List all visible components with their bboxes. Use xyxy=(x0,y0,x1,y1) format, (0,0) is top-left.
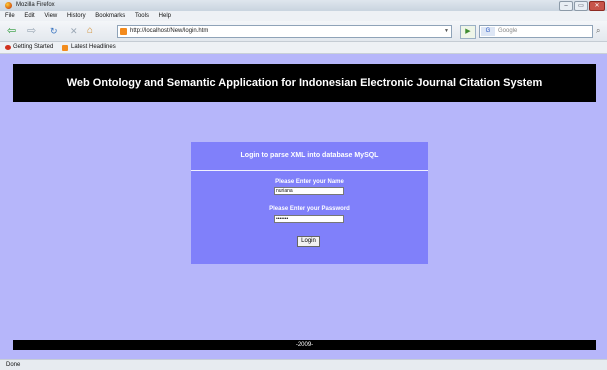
menu-bookmarks[interactable]: Bookmarks xyxy=(95,13,125,19)
password-field[interactable] xyxy=(274,215,344,223)
go-button[interactable]: ▶ xyxy=(460,25,476,39)
menu-view[interactable]: View xyxy=(44,13,57,19)
menu-file[interactable]: File xyxy=(5,13,15,19)
rss-icon xyxy=(62,45,68,51)
bookmark-latest-headlines[interactable]: Latest Headlines xyxy=(71,42,116,53)
maximize-button[interactable]: ▭ xyxy=(574,1,588,11)
menu-tools[interactable]: Tools xyxy=(135,13,149,19)
url-input[interactable]: http://localhost/New/login.htm ▼ xyxy=(117,25,452,38)
home-button[interactable]: ⌂ xyxy=(87,26,93,36)
status-bar: Done xyxy=(0,359,607,370)
page-banner: Web Ontology and Semantic Application fo… xyxy=(13,64,596,102)
menu-history[interactable]: History xyxy=(67,13,86,19)
login-panel: Login to parse XML into database MySQL P… xyxy=(191,142,428,264)
title-bar: Mozilla Firefox – ▭ ✕ xyxy=(0,0,607,11)
menu-help[interactable]: Help xyxy=(159,13,171,19)
page-content: Web Ontology and Semantic Application fo… xyxy=(0,54,607,359)
password-label: Please Enter your Password xyxy=(269,206,350,212)
minimize-button[interactable]: – xyxy=(559,1,573,11)
window-title: Mozilla Firefox xyxy=(16,2,55,8)
close-button[interactable]: ✕ xyxy=(589,1,605,11)
site-icon xyxy=(120,28,127,35)
back-button[interactable]: ⇦ xyxy=(7,26,16,37)
search-icon[interactable]: ⌕ xyxy=(596,26,600,36)
login-header: Login to parse XML into database MySQL xyxy=(191,142,428,171)
stop-button[interactable]: ✕ xyxy=(70,26,78,36)
bookmarks-toolbar: Getting Started Latest Headlines xyxy=(0,42,607,54)
url-text: http://localhost/New/login.htm xyxy=(130,28,209,34)
search-engine-icon[interactable]: G xyxy=(481,27,495,36)
name-field[interactable] xyxy=(274,187,344,195)
reload-button[interactable]: ↻ xyxy=(50,26,58,36)
menu-edit[interactable]: Edit xyxy=(24,13,34,19)
status-text: Done xyxy=(6,362,21,368)
search-placeholder: Google xyxy=(498,28,518,34)
getting-started-icon xyxy=(5,45,11,50)
name-label: Please Enter your Name xyxy=(275,179,344,185)
search-input[interactable]: G Google xyxy=(479,25,593,38)
login-button[interactable]: Login xyxy=(297,236,320,247)
navigation-toolbar: ⇦ ⇨ ↻ ✕ ⌂ http://localhost/New/login.htm… xyxy=(0,21,607,42)
page-footer: -2009- xyxy=(13,340,596,350)
url-dropdown-icon[interactable]: ▼ xyxy=(444,26,449,37)
bookmark-getting-started[interactable]: Getting Started xyxy=(13,42,53,53)
menu-bar: File Edit View History Bookmarks Tools H… xyxy=(0,11,607,21)
firefox-icon xyxy=(5,2,12,9)
forward-button[interactable]: ⇨ xyxy=(27,26,36,37)
window-controls: – ▭ ✕ xyxy=(559,1,605,11)
